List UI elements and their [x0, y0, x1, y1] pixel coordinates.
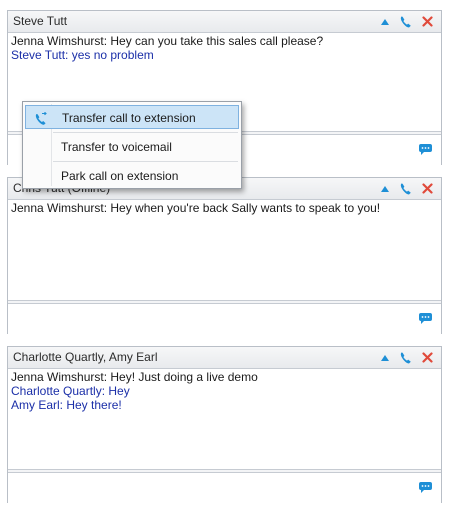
panel-header: Charlotte Quartly, Amy Earl: [8, 347, 441, 369]
menu-separator: [53, 132, 238, 133]
message-line: Charlotte Quartly: Hey: [11, 384, 130, 398]
menu-item-label: Park call on extension: [61, 169, 179, 183]
caret-up-icon[interactable]: [380, 18, 390, 26]
caret-up-icon[interactable]: [380, 185, 390, 193]
chat-panel-chris-tutt: Chris Tutt (Offline) Jenna Wimshurst: He…: [7, 177, 442, 334]
panel-title: Steve Tutt: [13, 14, 68, 28]
menu-item-transfer-to-extension[interactable]: Transfer call to extension: [25, 105, 239, 129]
message-line: Steve Tutt: yes no problem: [11, 48, 154, 62]
close-x-icon[interactable]: [422, 16, 433, 27]
menu-item-transfer-to-voicemail[interactable]: Transfer to voicemail: [23, 135, 241, 159]
chat-panel-charlotte-amy: Charlotte Quartly, Amy Earl Jenna Wimshu…: [7, 346, 442, 503]
phone-icon[interactable]: [399, 15, 413, 29]
menu-item-park-call[interactable]: Park call on extension: [23, 164, 241, 188]
message-line: Jenna Wimshurst: Hey can you take this s…: [11, 34, 324, 48]
message-area: Jenna Wimshurst: Hey when you're back Sa…: [8, 200, 441, 301]
message-line: Amy Earl: Hey there!: [11, 398, 122, 412]
message-input[interactable]: [8, 472, 441, 503]
close-x-icon[interactable]: [422, 183, 433, 194]
caret-up-icon[interactable]: [380, 354, 390, 362]
transfer-phone-icon: [34, 110, 48, 134]
close-x-icon[interactable]: [422, 352, 433, 363]
phone-icon[interactable]: [399, 351, 413, 365]
chat-bubble-icon[interactable]: [418, 143, 433, 159]
message-line: Jenna Wimshurst: Hey! Just doing a live …: [11, 370, 258, 384]
menu-separator: [53, 161, 238, 162]
panel-header: Steve Tutt: [8, 11, 441, 33]
chat-bubble-icon[interactable]: [418, 312, 433, 328]
message-area: Jenna Wimshurst: Hey! Just doing a live …: [8, 369, 441, 470]
menu-item-label: Transfer call to extension: [62, 111, 196, 125]
chat-bubble-icon[interactable]: [418, 481, 433, 497]
panel-title: Charlotte Quartly, Amy Earl: [13, 350, 158, 364]
message-line: Jenna Wimshurst: Hey when you're back Sa…: [11, 201, 381, 215]
message-input[interactable]: [8, 303, 441, 334]
phone-icon[interactable]: [399, 182, 413, 196]
call-transfer-context-menu: Transfer call to extension Transfer to v…: [22, 101, 242, 189]
menu-item-label: Transfer to voicemail: [61, 140, 172, 154]
